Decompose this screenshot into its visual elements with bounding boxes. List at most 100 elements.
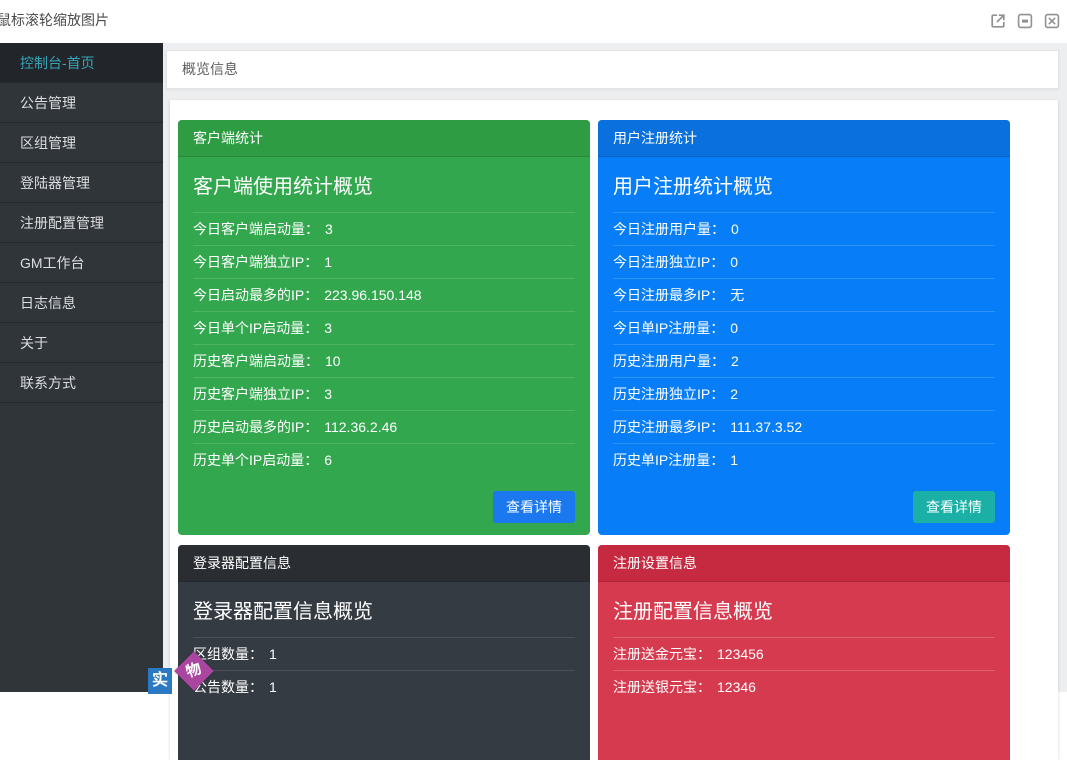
top-bar: 鼠标滚轮缩放图片: [0, 0, 1067, 43]
card-footer: 查看详情: [913, 491, 995, 523]
window-controls: [989, 12, 1061, 30]
main-area: 概览信息 客户端统计 客户端使用统计概览 今日客户端启动量：3 今日客户端独立I…: [163, 43, 1067, 692]
colon: ：: [305, 221, 319, 237]
card-body: 客户端使用统计概览 今日客户端启动量：3 今日客户端独立IP：1 今日启动最多的…: [178, 157, 590, 477]
colon: ：: [304, 287, 318, 303]
sidebar: 控制台-首页 公告管理 区组管理 登陆器管理 注册配置管理 GM工作台 日志: [0, 43, 163, 692]
stat-label: 注册送金元宝: [613, 646, 697, 662]
restore-icon: [1016, 12, 1034, 30]
sidebar-item[interactable]: 日志信息: [0, 283, 163, 323]
close-button[interactable]: [1043, 12, 1061, 30]
stat-row: 历史客户端启动量：10: [193, 345, 575, 378]
stat-label: 历史启动最多的IP: [193, 419, 304, 435]
stat-value: 10: [325, 353, 341, 369]
card-register-settings: 注册设置信息 注册配置信息概览 注册送金元宝：123456 注册送银元宝：123…: [598, 545, 1010, 760]
stat-list: 注册送金元宝：123456 注册送银元宝：12346: [613, 638, 995, 704]
stat-row: 注册送银元宝：12346: [613, 671, 995, 704]
sidebar-item[interactable]: GM工作台: [0, 243, 163, 283]
stat-row: 公告数量：1: [193, 671, 575, 704]
card-register-stats: 用户注册统计 用户注册统计概览 今日注册用户量：0 今日注册独立IP：0: [598, 120, 1010, 535]
stat-value: 无: [730, 287, 744, 303]
colon: ：: [710, 419, 724, 435]
stat-label: 今日注册独立IP: [613, 254, 710, 270]
stat-value: 1: [324, 254, 332, 270]
stat-row: 今日客户端启动量：3: [193, 213, 575, 246]
stat-label: 今日单IP注册量: [613, 320, 710, 336]
card-title: 注册配置信息概览: [613, 582, 995, 638]
colon: ：: [711, 221, 725, 237]
card-header: 用户注册统计: [598, 120, 1010, 157]
stat-value: 0: [730, 254, 738, 270]
stat-value: 2: [731, 353, 739, 369]
open-external-icon: [989, 12, 1007, 30]
stat-value: 1: [269, 679, 277, 695]
breadcrumb-label: 概览信息: [182, 61, 238, 77]
floating-badge-shi[interactable]: 实: [148, 668, 172, 694]
stat-value: 1: [730, 452, 738, 468]
open-external-button[interactable]: [989, 12, 1007, 30]
stat-row: 区组数量：1: [193, 638, 575, 671]
sidebar-item[interactable]: 控制台-首页: [0, 43, 163, 83]
stat-row: 历史注册最多IP： 111.37.3.52: [613, 411, 995, 444]
stat-row: 今日客户端独立IP：1: [193, 246, 575, 279]
view-details-button[interactable]: 查看详情: [493, 491, 575, 523]
colon: ：: [710, 452, 724, 468]
stat-label: 历史注册独立IP: [613, 386, 710, 402]
colon: ：: [710, 320, 724, 336]
stat-value: 111.37.3.52: [730, 419, 802, 435]
stat-list: 区组数量：1 公告数量：1: [193, 638, 575, 704]
sidebar-item-label: 区组管理: [20, 135, 76, 151]
stat-label: 今日注册用户量: [613, 221, 711, 237]
stat-label: 注册送银元宝: [613, 679, 697, 695]
sidebar-item[interactable]: 登陆器管理: [0, 163, 163, 203]
stat-label: 今日单个IP启动量: [193, 320, 304, 336]
sidebar-item-label: 日志信息: [20, 295, 76, 311]
card-header: 客户端统计: [178, 120, 590, 157]
stat-value: 2: [730, 386, 738, 402]
card-body: 登录器配置信息概览 区组数量：1 公告数量：1: [178, 582, 590, 704]
sidebar-item[interactable]: 联系方式: [0, 363, 163, 403]
stat-label: 今日客户端独立IP: [193, 254, 304, 270]
window-title: 鼠标滚轮缩放图片: [0, 0, 109, 40]
breadcrumb: 概览信息: [166, 50, 1059, 89]
stat-value: 6: [324, 452, 332, 468]
colon: ：: [711, 353, 725, 369]
stat-row: 今日注册独立IP：0: [613, 246, 995, 279]
sidebar-item-label: 控制台-首页: [20, 55, 95, 71]
stat-value: 123456: [717, 646, 764, 662]
view-details-button[interactable]: 查看详情: [913, 491, 995, 523]
sidebar-item-label: 登陆器管理: [20, 175, 90, 191]
colon: ：: [249, 679, 263, 695]
sidebar-item-label: 注册配置管理: [20, 215, 104, 231]
sidebar-item-label: GM工作台: [20, 255, 85, 271]
sidebar-item[interactable]: 区组管理: [0, 123, 163, 163]
stat-row: 今日注册最多IP：无: [613, 279, 995, 312]
restore-button[interactable]: [1016, 12, 1034, 30]
stat-value: 223.96.150.148: [324, 287, 421, 303]
colon: ：: [304, 452, 318, 468]
stat-row: 注册送金元宝：123456: [613, 638, 995, 671]
stat-list: 今日注册用户量：0 今日注册独立IP：0 今日注册最多IP：无 今日单IP注册量…: [613, 213, 995, 477]
stat-label: 历史单个IP启动量: [193, 452, 304, 468]
stat-row: 今日启动最多的IP： 223.96.150.148: [193, 279, 575, 312]
sidebar-item[interactable]: 注册配置管理: [0, 203, 163, 243]
sidebar-item[interactable]: 关于: [0, 323, 163, 363]
stat-value: 0: [731, 221, 739, 237]
stat-value: 3: [324, 386, 332, 402]
stat-list: 今日客户端启动量：3 今日客户端独立IP：1 今日启动最多的IP：223.96.…: [193, 213, 575, 477]
sidebar-item-label: 公告管理: [20, 95, 76, 111]
stat-label: 历史注册用户量: [613, 353, 711, 369]
stat-row: 历史注册用户量： 2: [613, 345, 995, 378]
card-client-stats: 客户端统计 客户端使用统计概览 今日客户端启动量：3 今日客户端独立IP：1: [178, 120, 590, 535]
stat-row: 今日单IP注册量： 0: [613, 312, 995, 345]
card-header: 登录器配置信息: [178, 545, 590, 582]
stat-value: 12346: [717, 679, 756, 695]
stat-label: 今日启动最多的IP: [193, 287, 304, 303]
colon: ：: [304, 320, 318, 336]
card-footer: 查看详情: [493, 491, 575, 523]
colon: ：: [305, 353, 319, 369]
stat-value: 1: [269, 646, 277, 662]
stat-label: 历史注册最多IP: [613, 419, 710, 435]
stat-value: 0: [730, 320, 738, 336]
sidebar-item[interactable]: 公告管理: [0, 83, 163, 123]
